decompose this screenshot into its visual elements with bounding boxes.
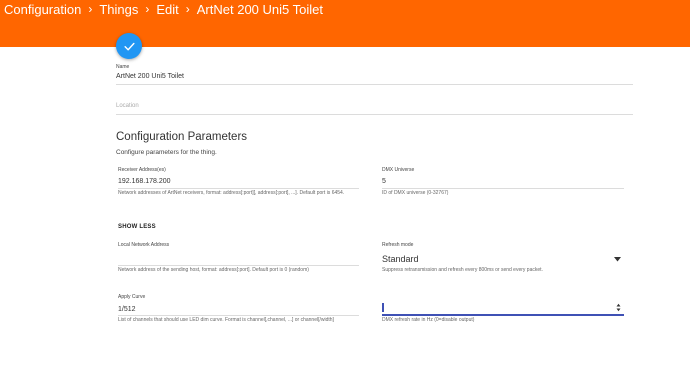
refresh-mode-label: Refresh mode	[382, 242, 414, 248]
refresh-rate-underline	[382, 314, 624, 316]
breadcrumb-separator: ›	[88, 2, 93, 16]
apply-curve-hint: List of channels that should use LED dim…	[118, 317, 334, 323]
name-label: Name	[116, 64, 130, 70]
location-underline	[116, 114, 633, 115]
refresh-mode-hint: Suppress retransmission and refresh ever…	[382, 267, 543, 273]
config-section-title: Configuration Parameters	[116, 131, 248, 143]
check-icon	[123, 42, 135, 50]
local-network-label: Local Network Address	[118, 242, 170, 248]
apply-curve-underline	[118, 315, 359, 316]
breadcrumb: Configuration › Things › Edit › ArtNet 2…	[4, 0, 323, 18]
receiver-address-underline	[118, 188, 359, 189]
receiver-address-input[interactable]: 192.168.178.200	[118, 178, 171, 185]
name-underline	[116, 84, 633, 85]
save-button[interactable]	[116, 33, 142, 59]
local-network-underline	[118, 265, 359, 266]
dmx-universe-hint: ID of DMX universe (0-32767)	[382, 190, 449, 196]
number-spinner-icon[interactable]	[616, 303, 621, 312]
app-header: Configuration › Things › Edit › ArtNet 2…	[0, 0, 690, 47]
breadcrumb-configuration[interactable]: Configuration	[4, 2, 81, 17]
name-input[interactable]: ArtNet 200 Uni5 Toilet	[116, 73, 184, 80]
apply-curve-input[interactable]: 1/512	[118, 306, 136, 313]
apply-curve-label: Apply Curve	[118, 294, 146, 300]
dmx-universe-underline	[382, 188, 624, 189]
config-section-description: Configure parameters for the thing.	[116, 149, 217, 156]
breadcrumb-things[interactable]: Things	[99, 2, 138, 17]
refresh-mode-select[interactable]: Standard	[382, 252, 624, 266]
dropdown-arrow-icon	[614, 257, 621, 262]
local-network-input[interactable]	[118, 254, 358, 264]
show-less-button[interactable]: SHOW LESS	[118, 224, 156, 230]
breadcrumb-edit[interactable]: Edit	[156, 2, 178, 17]
receiver-address-label: Receiver Address(es)	[118, 167, 166, 173]
refresh-rate-input[interactable]	[382, 302, 624, 314]
refresh-rate-hint: DMX refresh rate in Hz (0=disable output…	[382, 317, 475, 323]
dmx-universe-label: DMX Universe	[382, 167, 415, 173]
text-cursor	[382, 303, 384, 312]
receiver-address-hint: Network addresses of ArtNet receivers, f…	[118, 190, 345, 196]
breadcrumb-separator: ›	[145, 2, 150, 16]
local-network-hint: Network address of the sending host, for…	[118, 267, 309, 273]
breadcrumb-separator: ›	[185, 2, 190, 16]
breadcrumb-current-thing: ArtNet 200 Uni5 Toilet	[196, 1, 323, 17]
dmx-universe-input[interactable]: 5	[382, 178, 386, 185]
refresh-mode-value: Standard	[382, 254, 419, 264]
location-input[interactable]: Location	[116, 103, 139, 109]
